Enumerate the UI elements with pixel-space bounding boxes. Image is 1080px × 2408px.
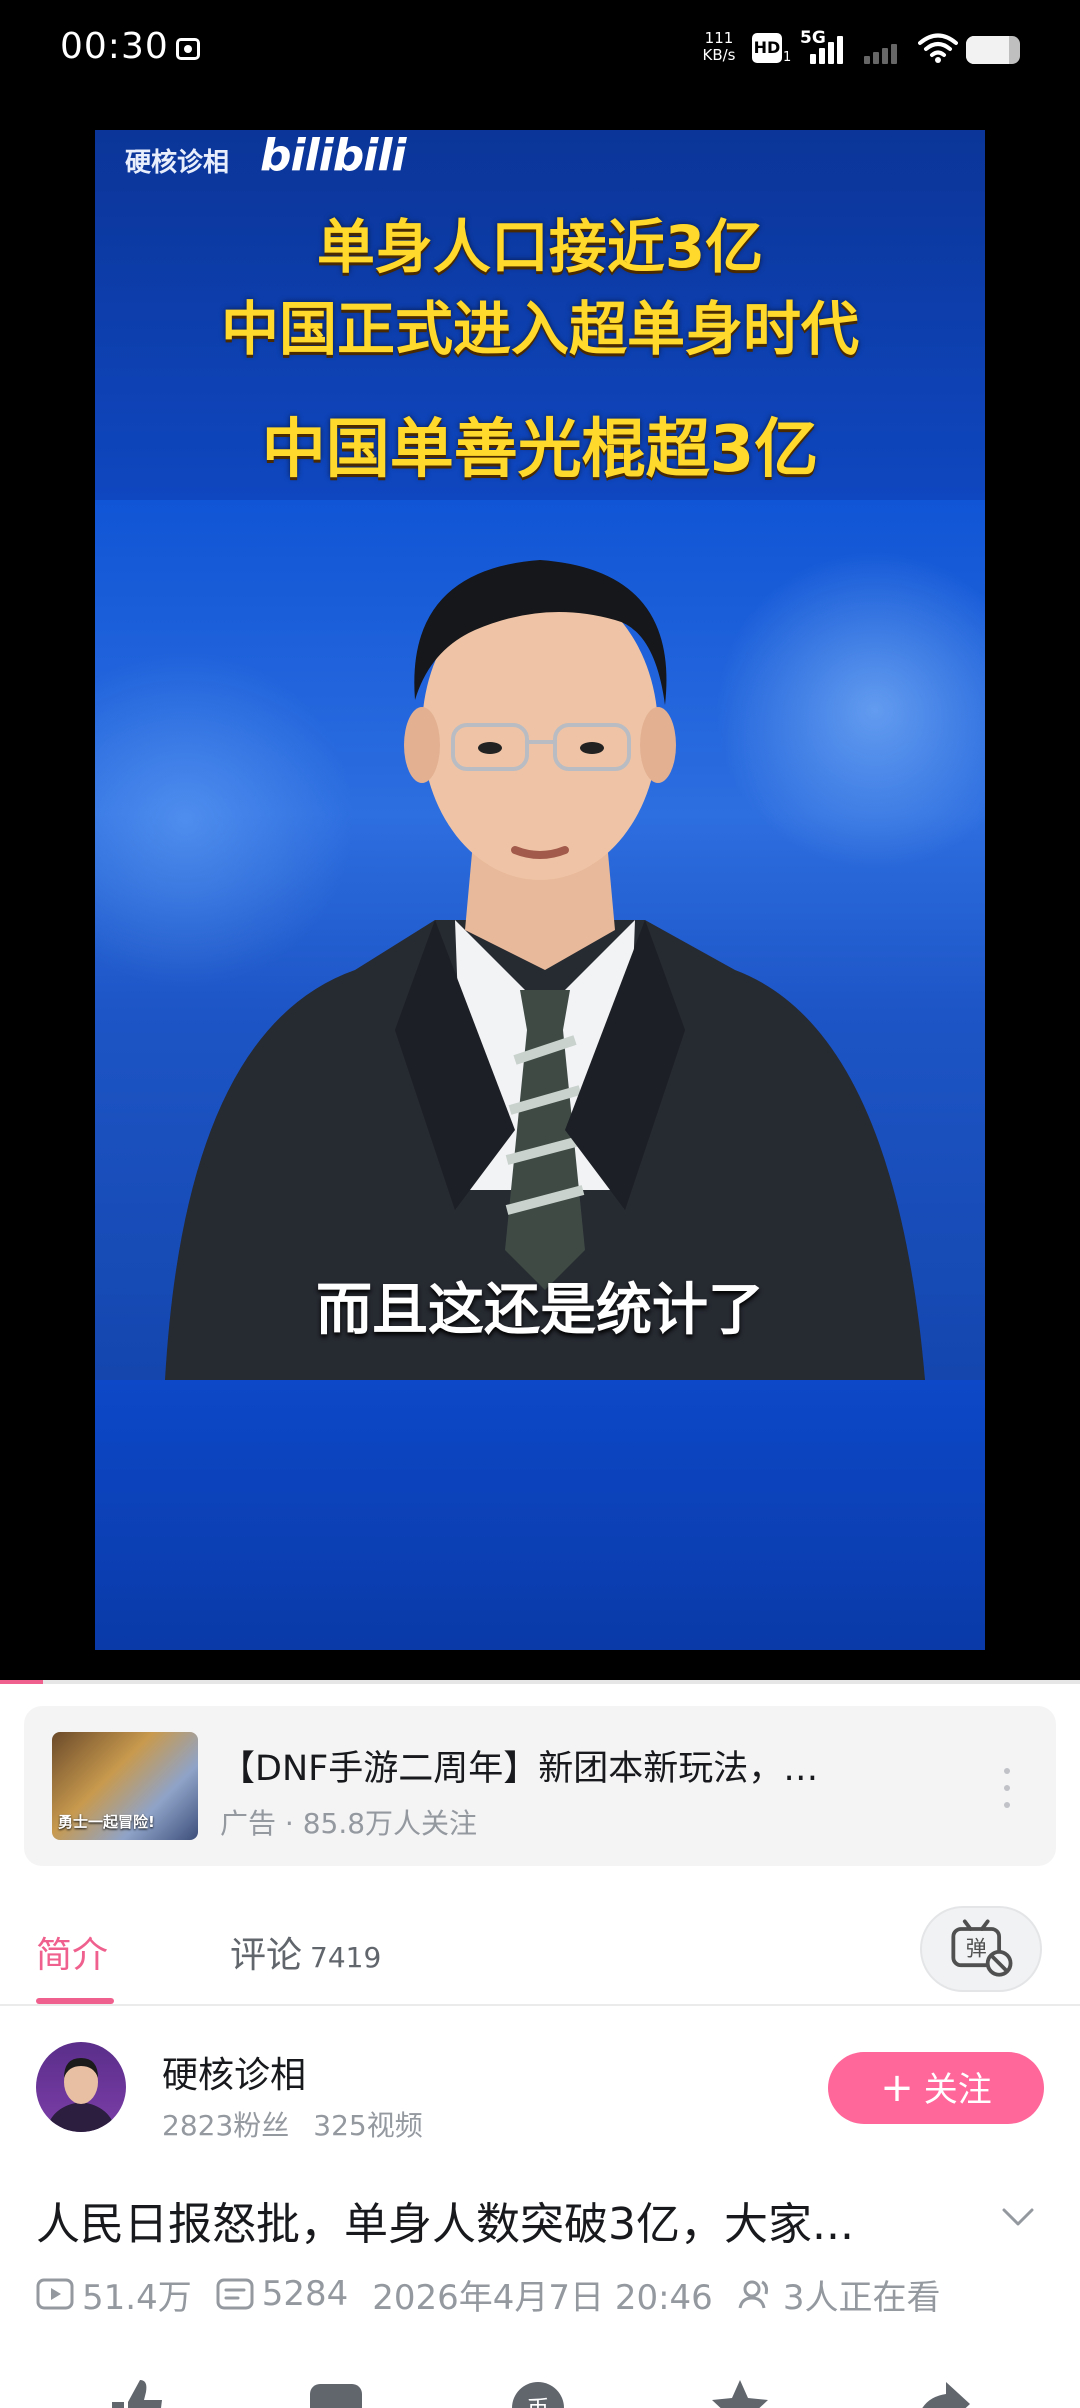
status-bar: 00:30 111 KB/s HD 1 5G: [0, 0, 1080, 100]
uploader-stats: 2823粉丝 325视频: [162, 2104, 423, 2144]
tab-active-indicator: [36, 1998, 114, 2004]
signal-icon: [810, 34, 850, 64]
signal-secondary-icon: [864, 34, 904, 64]
wifi-icon: [918, 33, 958, 63]
ad-thumbnail-text: 勇士一起冒险!: [58, 1813, 155, 1831]
favorite-icon[interactable]: [708, 2372, 772, 2408]
ad-thumbnail: 勇士一起冒险!: [52, 1732, 198, 1840]
chevron-down-icon[interactable]: [998, 2196, 1038, 2236]
tab-comments[interactable]: 评论 7419: [230, 1926, 381, 1978]
video-player[interactable]: 00:30 111 KB/s HD 1 5G 硬核诊相 bilibili 单身人…: [0, 0, 1080, 1680]
video-page: 00:30 111 KB/s HD 1 5G 硬核诊相 bilibili 单身人…: [0, 0, 1080, 2408]
net-speed: 111 KB/s: [696, 30, 742, 64]
battery-icon: [966, 36, 1020, 64]
video-progress-fill: [0, 1680, 44, 1684]
watching-icon: [738, 2280, 768, 2309]
view-count: 51.4万: [82, 2277, 192, 2318]
danmaku-toggle-button[interactable]: 弹: [920, 1906, 1042, 1992]
danmaku-count-icon: [216, 2278, 254, 2310]
net-speed-unit: KB/s: [702, 46, 736, 64]
headline-line-1: 单身人口接近3亿: [316, 213, 764, 281]
uploader-fans: 2823粉丝: [162, 2109, 290, 2142]
svg-text:币: 币: [527, 2397, 549, 2408]
video-title[interactable]: 人民日报怒批，单身人数突破3亿，大家...: [36, 2188, 956, 2252]
video-frame[interactable]: 硬核诊相 bilibili 单身人口接近3亿 中国正式进入超单身时代 中国单善光…: [95, 130, 985, 1650]
net-speed-value: 111: [704, 29, 734, 47]
ad-card[interactable]: 勇士一起冒险! 【DNF手游二周年】新团本新玩法，… 广告 · 85.8万人关注: [24, 1706, 1056, 1866]
channel-watermark: 硬核诊相: [125, 148, 230, 178]
tab-comments-label: 评论: [230, 1935, 303, 1976]
tv-status-icon: [176, 38, 200, 60]
ad-title: 【DNF手游二周年】新团本新玩法，…: [220, 1749, 819, 1789]
action-bar: 币: [0, 2360, 1080, 2408]
danmaku-count: 5284: [261, 2274, 349, 2314]
uploader-avatar[interactable]: [36, 2042, 126, 2132]
avatar-image: [46, 2058, 116, 2132]
hd-icon: HD: [752, 33, 782, 63]
headline-line-2: 中国正式进入超单身时代: [220, 295, 859, 363]
uploader-videos: 325视频: [313, 2109, 423, 2142]
play-count-icon: [36, 2278, 74, 2310]
tab-intro[interactable]: 简介: [36, 1926, 108, 1978]
dislike-icon[interactable]: [304, 2372, 368, 2408]
tab-bar: 简介 评论 7419 弹: [0, 1890, 1080, 2006]
share-icon[interactable]: [910, 2372, 974, 2408]
bilibili-logo: bilibili: [260, 130, 406, 181]
follow-label: 关注: [923, 2070, 992, 2110]
svg-text:弹: 弹: [966, 1937, 987, 1961]
battery-level: [966, 36, 1010, 64]
watching-now: 3人正在看: [782, 2277, 941, 2318]
video-subtitle: 而且这还是统计了: [316, 1278, 764, 1343]
status-time: 00:30: [60, 26, 169, 67]
follow-button[interactable]: + 关注: [828, 2052, 1044, 2124]
video-progress-bar[interactable]: [0, 1680, 1080, 1684]
uploader-name[interactable]: 硬核诊相: [162, 2046, 306, 2098]
plus-icon: +: [880, 2065, 914, 2111]
like-icon[interactable]: [104, 2372, 168, 2408]
more-options-icon[interactable]: [1002, 1768, 1012, 1808]
comments-count: 7419: [310, 1941, 382, 1974]
video-stats: 51.4万 5284 2026年4月7日 20:46 3人正在看: [36, 2272, 941, 2318]
headline-line-3: 中国单善光棍超3亿: [261, 413, 819, 487]
danmaku-off-icon: 弹: [951, 1919, 1013, 1977]
hd-sub-label: 1: [783, 50, 792, 65]
coin-icon[interactable]: 币: [506, 2372, 570, 2408]
publish-date: 2026年4月7日 20:46: [372, 2277, 713, 2318]
ad-meta: 广告 · 85.8万人关注: [220, 1807, 478, 1840]
